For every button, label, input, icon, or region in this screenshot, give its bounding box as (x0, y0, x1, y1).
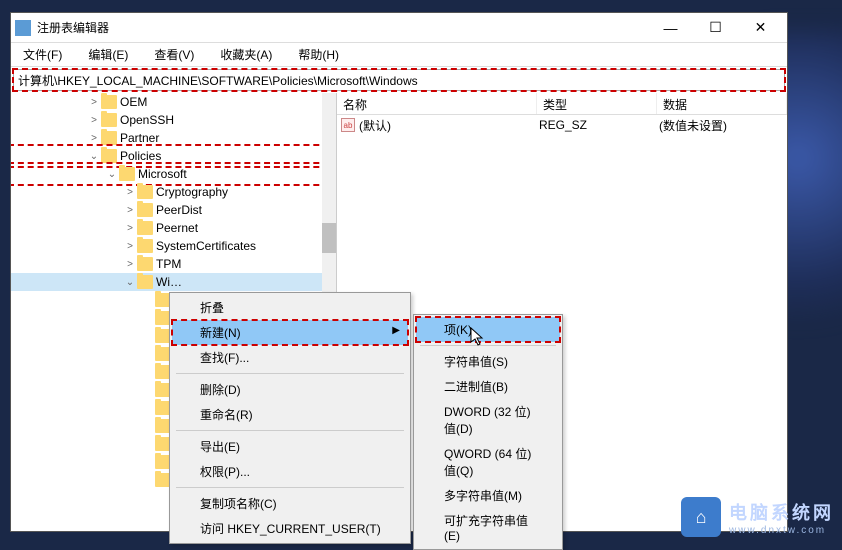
close-button[interactable]: ✕ (738, 14, 783, 42)
tree-label: TPM (156, 257, 181, 271)
tree-item-wi-[interactable]: ⌄ Wi… (11, 273, 336, 291)
tree-label: Policies (120, 149, 161, 163)
menubar: 文件(F) 编辑(E) 查看(V) 收藏夹(A) 帮助(H) (11, 43, 787, 67)
ctx-new-e[interactable]: 可扩充字符串值(E) (416, 508, 560, 547)
folder-icon (137, 221, 153, 235)
menu-view[interactable]: 查看(V) (148, 44, 200, 65)
col-name[interactable]: 名称 (337, 93, 537, 114)
maximize-button[interactable]: ☐ (693, 14, 738, 42)
col-type[interactable]: 类型 (537, 93, 657, 114)
context-separator (176, 487, 404, 488)
context-menu-new-submenu[interactable]: 项(K) 字符串值(S)二进制值(B)DWORD (32 位)值(D)QWORD … (413, 314, 563, 550)
ctx-new-s[interactable]: 字符串值(S) (416, 349, 560, 374)
tree-label: SystemCertificates (156, 239, 256, 253)
tree-scrollbar-thumb[interactable] (322, 223, 336, 253)
ctx-main-n[interactable]: 新建(N)▶ (172, 320, 408, 345)
tree-label: PeerDist (156, 203, 202, 217)
ctx-main-d[interactable]: 删除(D) (172, 377, 408, 402)
window-title: 注册表编辑器 (37, 19, 648, 36)
tree-item-policies[interactable]: ⌄ Policies (11, 147, 336, 165)
window-controls: — ☐ ✕ (648, 14, 783, 42)
tree-item-systemcertificates[interactable]: > SystemCertificates (11, 237, 336, 255)
tree-label: OpenSSH (120, 113, 174, 127)
string-value-icon: ab (341, 118, 355, 132)
value-row-default[interactable]: ab (默认) REG_SZ (数值未设置) (337, 115, 787, 135)
chevron-right-icon[interactable]: > (123, 221, 137, 235)
folder-icon (137, 203, 153, 217)
tree-label: Cryptography (156, 185, 228, 199)
tree-label: OEM (120, 95, 147, 109)
folder-icon (119, 167, 135, 181)
chevron-right-icon[interactable]: > (87, 95, 101, 109)
tree-label: Wi… (156, 275, 182, 289)
watermark-title: 电脑系统网 (729, 499, 834, 525)
ctx-main-hkey-current-user-t[interactable]: 访问 HKEY_CURRENT_USER(T) (172, 516, 408, 541)
list-header: 名称 类型 数据 (337, 93, 787, 115)
context-separator (176, 430, 404, 431)
tree-item-openssh[interactable]: > OpenSSH (11, 111, 336, 129)
menu-file[interactable]: 文件(F) (17, 44, 68, 65)
menu-edit[interactable]: 编辑(E) (82, 44, 134, 65)
chevron-right-icon[interactable]: > (123, 239, 137, 253)
folder-icon (101, 149, 117, 163)
ctx-main-[interactable]: 折叠 (172, 295, 408, 320)
tree-item-peernet[interactable]: > Peernet (11, 219, 336, 237)
tree-label: Microsoft (138, 167, 187, 181)
ctx-new-qword-64-q[interactable]: QWORD (64 位)值(Q) (416, 441, 560, 483)
ctx-main-c[interactable]: 复制项名称(C) (172, 491, 408, 516)
ctx-new-m[interactable]: 多字符串值(M) (416, 483, 560, 508)
tree-item-peerdist[interactable]: > PeerDist (11, 201, 336, 219)
tree-label: Peernet (156, 221, 198, 235)
value-name: (默认) (359, 117, 539, 134)
watermark: ⌂ 电脑系统网 www.dnxtw.com (681, 497, 834, 537)
ctx-main-r[interactable]: 重命名(R) (172, 402, 408, 427)
context-menu-main[interactable]: 折叠新建(N)▶查找(F)... 删除(D)重命名(R) 导出(E)权限(P)...… (169, 292, 411, 544)
value-type: REG_SZ (539, 118, 659, 132)
folder-icon (137, 275, 153, 289)
regedit-icon (15, 20, 31, 36)
menu-help[interactable]: 帮助(H) (292, 44, 345, 65)
folder-icon (101, 95, 117, 109)
watermark-logo-icon: ⌂ (681, 497, 721, 537)
chevron-right-icon[interactable]: > (123, 203, 137, 217)
ctx-new-b[interactable]: 二进制值(B) (416, 374, 560, 399)
chevron-right-icon[interactable]: > (87, 131, 101, 145)
tree-item-microsoft[interactable]: ⌄ Microsoft (11, 165, 336, 183)
address-text: 计算机\HKEY_LOCAL_MACHINE\SOFTWARE\Policies… (18, 72, 418, 89)
tree-item-oem[interactable]: > OEM (11, 93, 336, 111)
chevron-down-icon[interactable]: ⌄ (123, 275, 137, 289)
chevron-down-icon[interactable]: ⌄ (87, 149, 101, 163)
watermark-url: www.dnxtw.com (729, 525, 834, 536)
tree-item-partner[interactable]: > Partner (11, 129, 336, 147)
ctx-main-p[interactable]: 权限(P)... (172, 459, 408, 484)
col-data[interactable]: 数据 (657, 93, 787, 114)
folder-icon (137, 257, 153, 271)
ctx-new-dword-32-d[interactable]: DWORD (32 位)值(D) (416, 399, 560, 441)
chevron-right-icon[interactable]: > (123, 257, 137, 271)
tree-item-cryptography[interactable]: > Cryptography (11, 183, 336, 201)
folder-icon (101, 113, 117, 127)
context-separator (420, 345, 556, 346)
ctx-new-k[interactable]: 项(K) (416, 317, 560, 342)
folder-icon (137, 239, 153, 253)
minimize-button[interactable]: — (648, 14, 693, 42)
context-separator (176, 373, 404, 374)
submenu-arrow-icon: ▶ (392, 325, 400, 336)
chevron-down-icon[interactable]: ⌄ (105, 167, 119, 181)
tree-item-tpm[interactable]: > TPM (11, 255, 336, 273)
folder-icon (137, 185, 153, 199)
titlebar[interactable]: 注册表编辑器 — ☐ ✕ (11, 13, 787, 43)
ctx-main-e[interactable]: 导出(E) (172, 434, 408, 459)
folder-icon (101, 131, 117, 145)
chevron-right-icon[interactable]: > (87, 113, 101, 127)
chevron-right-icon[interactable]: > (123, 185, 137, 199)
ctx-main-f[interactable]: 查找(F)... (172, 345, 408, 370)
menu-favorites[interactable]: 收藏夹(A) (214, 44, 278, 65)
tree-label: Partner (120, 131, 159, 145)
address-bar[interactable]: 计算机\HKEY_LOCAL_MACHINE\SOFTWARE\Policies… (13, 69, 785, 91)
value-data: (数值未设置) (659, 117, 787, 134)
